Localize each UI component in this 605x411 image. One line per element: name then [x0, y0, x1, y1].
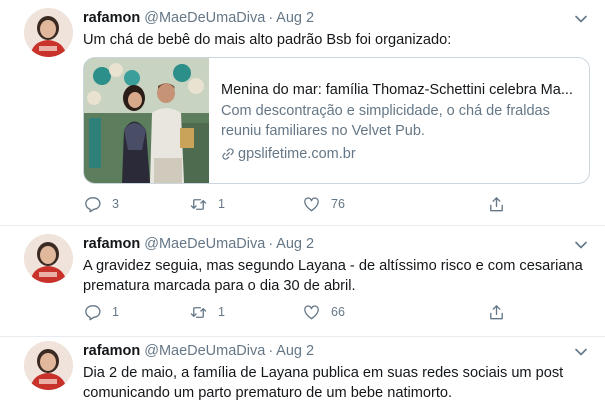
reply-count: 1	[112, 305, 119, 319]
reply-count: 3	[112, 197, 119, 211]
chevron-down-icon	[575, 348, 587, 356]
retweet-button[interactable]: 1	[189, 302, 225, 322]
retweet-icon	[190, 198, 207, 210]
avatar-image	[24, 234, 73, 283]
avatar[interactable]	[24, 341, 73, 390]
author-name[interactable]: rafamon	[83, 236, 140, 252]
link-icon	[222, 148, 234, 160]
author-handle[interactable]: @MaeDeUmaDiva	[144, 236, 265, 252]
separator-dot: ·	[268, 10, 274, 26]
like-button[interactable]: 66	[302, 302, 345, 322]
author-name[interactable]: rafamon	[83, 10, 140, 26]
separator-dot: ·	[268, 236, 274, 252]
tweet[interactable]: rafamon @MaeDeUmaDiva · Aug 2 A gravidez se…	[0, 226, 605, 337]
author-handle[interactable]: @MaeDeUmaDiva	[144, 343, 265, 359]
avatar[interactable]	[24, 234, 73, 283]
retweet-icon	[190, 306, 207, 318]
chevron-down-icon	[575, 15, 587, 23]
tweet-text: A gravidez seguia, mas segundo Layana - …	[83, 258, 583, 294]
author-handle[interactable]: @MaeDeUmaDiva	[144, 10, 265, 26]
tweet-date[interactable]: Aug 2	[276, 10, 314, 26]
more-options-caret[interactable]	[573, 344, 589, 360]
card-description: Com descontração e simplicidade, o chá d…	[221, 103, 550, 139]
tweet-date[interactable]: Aug 2	[276, 343, 314, 359]
card-image	[84, 58, 209, 183]
chevron-down-icon	[575, 241, 587, 249]
tweet-text: Dia 2 de maio, a família de Layana publi…	[83, 365, 564, 401]
reply-button[interactable]: 1	[83, 302, 119, 322]
retweet-count: 1	[218, 197, 225, 211]
tweet-date[interactable]: Aug 2	[276, 236, 314, 252]
retweet-count: 1	[218, 305, 225, 319]
more-options-caret[interactable]	[573, 11, 589, 27]
like-count: 66	[331, 305, 345, 319]
like-count: 76	[331, 197, 345, 211]
avatar[interactable]	[24, 8, 73, 57]
retweet-button[interactable]: 1	[189, 194, 225, 214]
avatar-image	[24, 8, 73, 57]
tweet-header: rafamon @MaeDeUmaDiva · Aug 2	[83, 234, 314, 254]
card-domain: gpslifetime.com.br	[238, 146, 356, 162]
share-icon	[490, 304, 503, 319]
like-button[interactable]: 76	[302, 194, 345, 214]
tweet[interactable]: rafamon @MaeDeUmaDiva · Aug 2 Um chá de beb…	[0, 0, 605, 226]
tweet-header: rafamon @MaeDeUmaDiva · Aug 2	[83, 341, 314, 361]
heart-icon	[304, 304, 319, 319]
tweet-text: Um chá de bebê do mais alto padrão Bsb f…	[83, 32, 452, 48]
more-options-caret[interactable]	[573, 237, 589, 253]
reply-icon	[85, 196, 101, 212]
heart-icon	[304, 196, 319, 211]
tweet-actions: 3 1 76	[83, 194, 513, 214]
share-button[interactable]	[487, 194, 506, 214]
avatar-image	[24, 341, 73, 390]
link-card[interactable]: Menina do mar: família Thomaz-Schettini …	[83, 57, 590, 184]
share-icon	[490, 196, 503, 211]
author-name[interactable]: rafamon	[83, 343, 140, 359]
reply-button[interactable]: 3	[83, 194, 119, 214]
card-domain-row[interactable]: gpslifetime.com.br	[221, 144, 583, 164]
card-body: Menina do mar: família Thomaz-Schettini …	[221, 80, 583, 164]
tweet-header: rafamon @MaeDeUmaDiva · Aug 2	[83, 8, 314, 28]
share-button[interactable]	[487, 302, 506, 322]
card-title[interactable]: Menina do mar: família Thomaz-Schettini …	[221, 80, 583, 100]
reply-icon	[85, 304, 101, 320]
tweet[interactable]: rafamon @MaeDeUmaDiva · Aug 2 Dia 2 de maio…	[0, 337, 605, 411]
tweet-actions: 1 1 66	[83, 302, 513, 322]
separator-dot: ·	[268, 343, 274, 359]
